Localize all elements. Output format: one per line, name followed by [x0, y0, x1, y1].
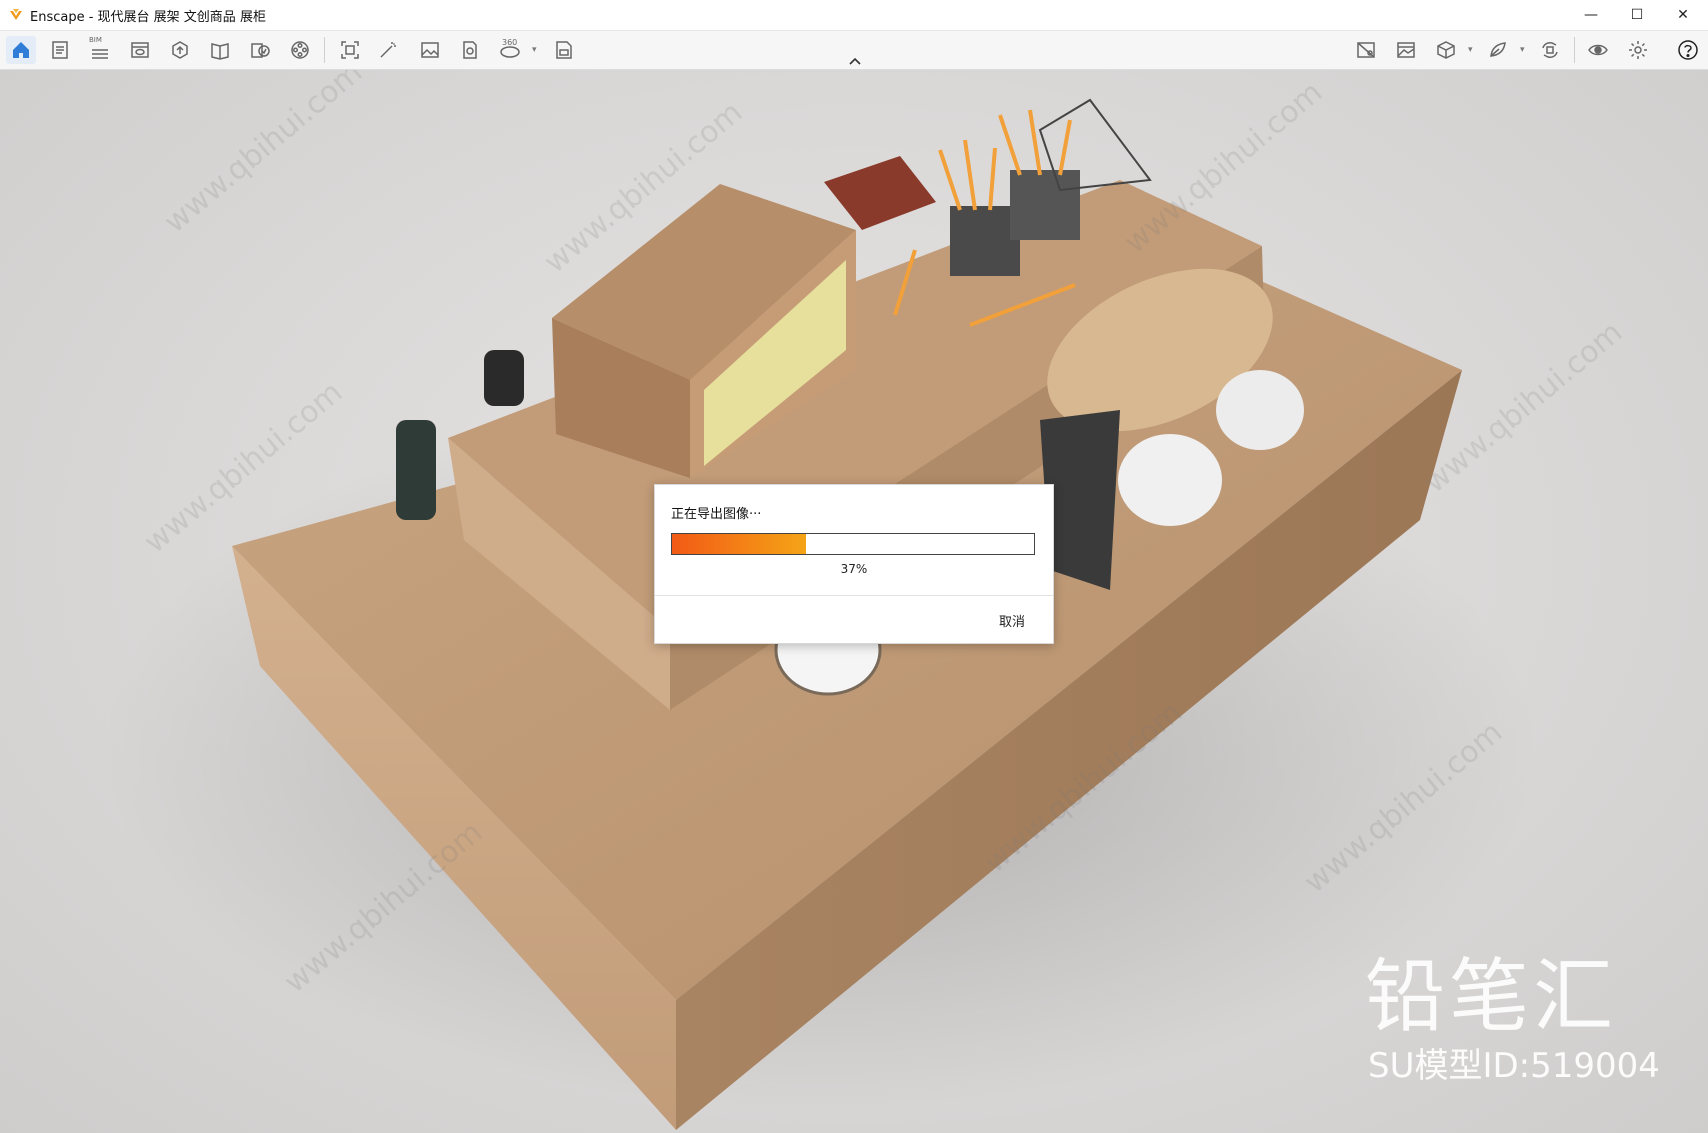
dialog-divider [655, 595, 1053, 596]
collapse-toolbar-button[interactable] [846, 54, 864, 68]
help-icon [1678, 40, 1698, 60]
material-button[interactable] [1486, 38, 1510, 62]
view-button[interactable] [128, 38, 152, 62]
vr-360-label: 360 [502, 38, 518, 47]
video-button[interactable] [288, 38, 312, 62]
jar [484, 350, 524, 406]
pencil-cup [950, 206, 1020, 276]
teapot [1118, 434, 1222, 526]
pencil-cup [1010, 170, 1080, 240]
sync-icon [1542, 42, 1558, 58]
settings-icon [1629, 41, 1647, 59]
document-icon [52, 41, 68, 59]
upload-button[interactable] [168, 38, 192, 62]
photo-print [824, 156, 936, 230]
landscape-button[interactable] [1394, 38, 1418, 62]
vr-360-dropdown[interactable]: ▾ [532, 45, 537, 55]
minimize-button[interactable]: — [1568, 0, 1614, 30]
screenshot-button[interactable] [338, 38, 362, 62]
title-bar: Enscape - 现代展台 展架 文创商品 展柜 — ☐ ✕ [0, 0, 1708, 31]
upload-icon [172, 41, 188, 59]
dialog-title: 正在导出图像··· [671, 507, 762, 522]
document-button[interactable] [48, 38, 72, 62]
toolbar-separator [324, 37, 325, 63]
terrarium [1038, 98, 1152, 192]
help-button[interactable] [1676, 38, 1700, 62]
settings-button[interactable] [1626, 38, 1650, 62]
visual-settings-button[interactable] [1586, 38, 1610, 62]
cube-icon [1437, 41, 1455, 59]
export-progress-dialog: 正在导出图像··· 37% 取消 [654, 484, 1054, 644]
image-icon [421, 42, 439, 58]
chevron-up-icon [849, 57, 861, 65]
magic-wand-button[interactable] [376, 38, 400, 62]
lantern [396, 420, 436, 520]
vr-360-button[interactable]: 360 [498, 38, 522, 62]
close-button[interactable]: ✕ [1660, 0, 1706, 30]
window-title: Enscape - 现代展台 展架 文创商品 展柜 [30, 9, 266, 25]
book-icon [211, 43, 229, 60]
atmosphere-button[interactable] [1354, 38, 1378, 62]
maximize-button[interactable]: ☐ [1614, 0, 1660, 30]
panorama-button[interactable] [458, 38, 482, 62]
material-icon [1490, 42, 1506, 57]
sync-button[interactable] [1538, 38, 1562, 62]
brand-watermark: 铅笔汇 [1365, 950, 1617, 1043]
visual-settings-icon [1588, 44, 1608, 56]
book-button[interactable] [208, 38, 232, 62]
batch-export-button[interactable] [248, 38, 272, 62]
home-icon [13, 42, 29, 58]
progress-bar [671, 533, 1035, 555]
model-id-watermark: SU模型ID:519004 [1368, 1046, 1660, 1086]
atmosphere-icon [1357, 42, 1375, 58]
cube-button[interactable] [1434, 38, 1458, 62]
toolbar-separator [1574, 37, 1575, 63]
screenshot-icon [341, 41, 359, 59]
progress-bar-fill [672, 534, 806, 554]
progress-percent: 37% [840, 562, 868, 576]
exe-export-icon [556, 41, 572, 59]
view-icon [131, 42, 149, 58]
bim-label: BIM [89, 36, 102, 44]
bim-button[interactable]: BIM [88, 36, 112, 62]
cube-dropdown[interactable]: ▾ [1468, 45, 1473, 55]
material-dropdown[interactable]: ▾ [1520, 45, 1525, 55]
home-button[interactable] [6, 36, 36, 64]
enscape-logo-icon [10, 9, 22, 20]
magic-wand-icon [380, 42, 396, 58]
batch-export-icon [251, 43, 270, 58]
teapot [1216, 370, 1304, 450]
panorama-icon [463, 41, 477, 59]
video-icon [291, 41, 309, 59]
exe-export-button[interactable] [552, 38, 576, 62]
landscape-icon [1397, 42, 1415, 58]
image-button[interactable] [418, 38, 442, 62]
cancel-button[interactable]: 取消 [993, 607, 1031, 634]
